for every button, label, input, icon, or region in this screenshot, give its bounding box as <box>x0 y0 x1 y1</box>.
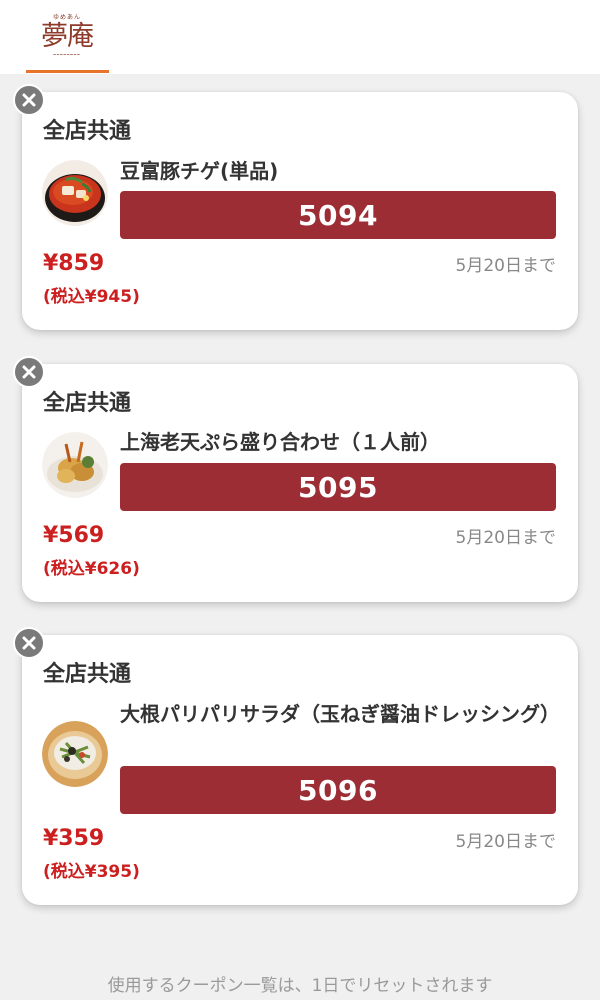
yumean-logo[interactable]: ゆめあん 夢庵 ━━━━━━━━ <box>26 8 108 64</box>
coupon-code: 5096 <box>120 766 556 814</box>
price-with-tax: (税込¥945) <box>43 287 140 307</box>
price: ¥569 <box>43 523 105 548</box>
store-label: 全店共通 <box>43 662 132 687</box>
logo-text: 夢庵 <box>41 21 94 52</box>
close-icon[interactable] <box>13 84 45 116</box>
close-icon[interactable] <box>13 356 45 388</box>
item-name: 豆富豚チゲ(単品) <box>120 159 279 183</box>
price-with-tax: (税込¥395) <box>43 862 140 882</box>
coupon-card: 全店共通 大根パリパリサラダ（玉ねぎ醤油ドレッシング） 5096 ¥359 (税… <box>13 627 578 905</box>
expiry-date: 5月20日まで <box>455 832 556 852</box>
active-tab-indicator <box>26 70 109 73</box>
coupon-code: 5095 <box>120 463 556 511</box>
shrimp-tempura-photo <box>42 432 108 498</box>
logo-sub-mark: ━━━━━━━━ <box>53 52 81 57</box>
close-icon[interactable] <box>13 627 45 659</box>
item-name: 上海老天ぷら盛り合わせ（１人前） <box>120 430 440 454</box>
coupon-code: 5094 <box>120 191 556 239</box>
expiry-date: 5月20日まで <box>455 256 556 276</box>
item-name: 大根パリパリサラダ（玉ねぎ醤油ドレッシング） <box>120 702 560 726</box>
daikon-salad-photo <box>42 721 108 787</box>
store-label: 全店共通 <box>43 119 132 144</box>
expiry-date: 5月20日まで <box>455 528 556 548</box>
price: ¥859 <box>43 251 105 276</box>
coupon-card: 全店共通 豆富豚チゲ(単品) 5094 ¥859 (税込¥945) 5月20日ま… <box>13 84 578 330</box>
header: ゆめあん 夢庵 ━━━━━━━━ <box>0 0 600 74</box>
price-with-tax: (税込¥626) <box>43 559 140 579</box>
store-label: 全店共通 <box>43 391 132 416</box>
coupon-card: 全店共通 上海老天ぷら盛り合わせ（１人前） 5095 ¥569 (税込¥626)… <box>13 356 578 602</box>
tofu-pork-chige-photo <box>42 160 108 226</box>
reset-notice: 使用するクーポン一覧は、1日でリセットされます <box>107 976 493 996</box>
price: ¥359 <box>43 826 105 851</box>
